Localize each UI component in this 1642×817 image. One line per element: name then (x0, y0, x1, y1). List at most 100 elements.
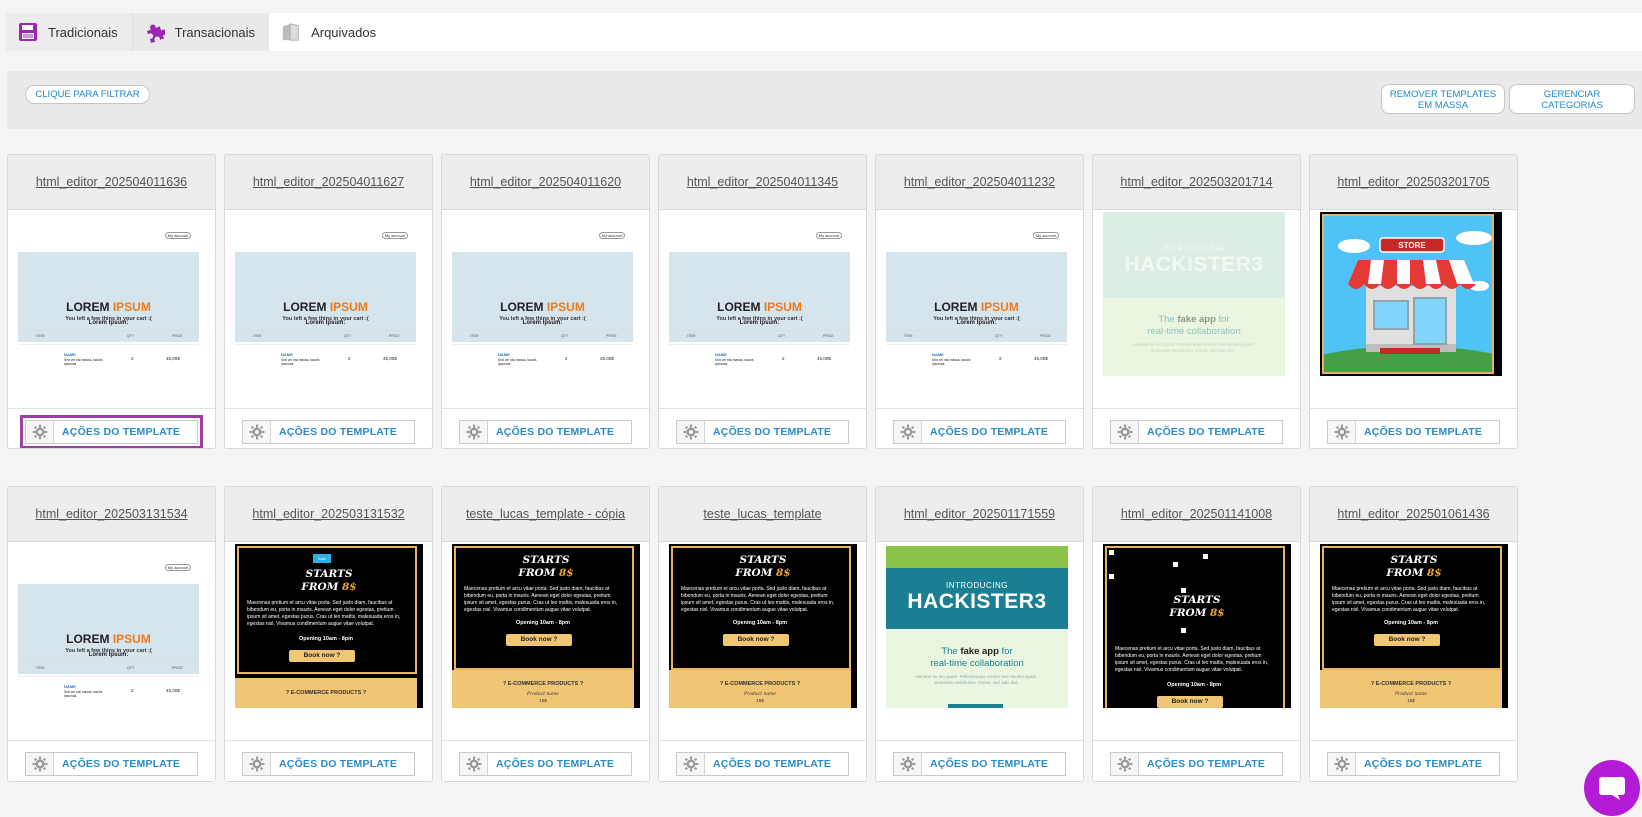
template-card: html_editor_202501141008 STARTS FROM 8$ M… (1092, 486, 1301, 782)
template-card: html_editor_202501061436 STARTS FROM 8$ M… (1309, 486, 1518, 782)
template-actions-button[interactable]: AÇÕES DO TEMPLATE (242, 752, 415, 776)
preview-book-button: Book now ? (1157, 696, 1223, 708)
template-actions-label: AÇÕES DO TEMPLATE (496, 758, 615, 770)
template-actions-label: AÇÕES DO TEMPLATE (496, 426, 615, 438)
my-account-pill: My account (599, 232, 625, 239)
template-title-link[interactable]: teste_lucas_template (703, 507, 821, 521)
template-thumbnail[interactable]: STARTS FROM 8$ Maecenas pretium et arcu v… (1093, 542, 1300, 741)
gear-icon (460, 753, 488, 775)
template-card: html_editor_202504011627 My account LORE… (224, 154, 433, 449)
template-title-link[interactable]: html_editor_202504011232 (904, 175, 1055, 189)
template-card-footer: AÇÕES DO TEMPLATE (876, 409, 1083, 448)
template-preview: STARTS FROM 8$ Maecenas pretium et arcu v… (1103, 544, 1291, 708)
template-actions-button[interactable]: AÇÕES DO TEMPLATE (1110, 420, 1283, 444)
template-thumbnail[interactable]: My account LOREM IPSUM You left a few th… (876, 210, 1083, 409)
template-title-link[interactable]: html_editor_202501141008 (1121, 507, 1272, 521)
preview-headline: LOREM IPSUM (66, 632, 151, 646)
template-actions-label: AÇÕES DO TEMPLATE (1364, 758, 1483, 770)
preview-headline: LOREM IPSUM (283, 300, 368, 314)
preview-body: Aenean eu leo quam. Pellentesque ornare … (1132, 342, 1254, 353)
chat-button[interactable] (1584, 760, 1640, 816)
preview-headline: STARTS FROM 8$ (735, 554, 791, 579)
template-card-footer: AÇÕES DO TEMPLATE (1310, 741, 1517, 781)
template-card-header: html_editor_202504011620 (442, 155, 649, 210)
template-actions-button[interactable]: AÇÕES DO TEMPLATE (1327, 420, 1500, 444)
template-thumbnail[interactable]: STARTS FROM 8$ Maecenas pretium et arcu v… (1310, 542, 1517, 741)
template-title-link[interactable]: teste_lucas_template - cópia (466, 507, 625, 521)
template-preview: My account LOREM IPSUM You left a few th… (18, 222, 199, 376)
template-thumbnail[interactable]: My account LOREM IPSUM You left a few th… (442, 210, 649, 409)
manage-categories-button[interactable]: GERENCIAR CATEGORIAS (1509, 84, 1635, 114)
preview-hero: INTRODUCING HACKISTER3 (886, 568, 1068, 629)
manage-categories-label-line1: GERENCIAR (1543, 89, 1601, 100)
template-thumbnail[interactable]: Sale STARTS FROM 8$ Maecenas pretium et a… (225, 542, 432, 741)
template-card-footer: AÇÕES DO TEMPLATE (442, 741, 649, 781)
filter-button[interactable]: CLIQUE PARA FILTRAR (25, 85, 150, 104)
template-card-header: html_editor_202503131532 (225, 487, 432, 542)
template-thumbnail[interactable]: My account LOREM IPSUM You left a few th… (225, 210, 432, 409)
template-thumbnail[interactable]: My account LOREM IPSUM You left a few th… (8, 210, 215, 409)
template-title-link[interactable]: html_editor_202504011345 (687, 175, 838, 189)
template-title-link[interactable]: html_editor_202504011620 (470, 175, 621, 189)
preview-tagline: The fake app for real-time collaboration (930, 646, 1024, 669)
template-card: html_editor_202504011345 My account LORE… (658, 154, 867, 449)
template-title-link[interactable]: html_editor_202503201705 (1337, 175, 1489, 189)
template-card-header: html_editor_202504011232 (876, 155, 1083, 210)
tab-transacionais[interactable]: Transacionais (132, 13, 270, 51)
template-actions-button[interactable]: AÇÕES DO TEMPLATE (676, 752, 849, 776)
tab-arquivados[interactable]: Arquivados (269, 13, 390, 51)
template-actions-button[interactable]: AÇÕES DO TEMPLATE (242, 420, 415, 444)
template-actions-button[interactable]: AÇÕES DO TEMPLATE (1327, 752, 1500, 776)
manage-categories-label-line2: CATEGORIAS (1541, 100, 1603, 111)
template-title-link[interactable]: html_editor_202501061436 (1337, 507, 1489, 521)
template-preview: My account LOREM IPSUM You left a few th… (669, 222, 850, 376)
template-thumbnail[interactable]: My account LOREM IPSUM You left a few th… (659, 210, 866, 409)
gear-icon (460, 421, 488, 443)
template-title-link[interactable]: html_editor_202503131532 (252, 507, 404, 521)
template-card: html_editor_202504011232 My account LORE… (875, 154, 1084, 449)
sale-badge: Sale (313, 554, 331, 563)
my-account-pill: My account (1033, 232, 1059, 239)
template-actions-button[interactable]: AÇÕES DO TEMPLATE (893, 752, 1066, 776)
template-actions-label: AÇÕES DO TEMPLATE (930, 758, 1049, 770)
template-title-link[interactable]: html_editor_202504011627 (253, 175, 404, 189)
template-type-tabs: Tradicionais Transacionais Arquivados (6, 13, 1642, 51)
template-thumbnail[interactable]: INTRODUCING HACKISTER3 The fake app for r… (1093, 210, 1300, 409)
template-preview: STORE (1320, 212, 1502, 376)
archive-icon (281, 22, 301, 42)
template-actions-button[interactable]: AÇÕES DO TEMPLATE (25, 752, 198, 776)
preview-hero: LOREM IPSUM You left a few thins in your… (18, 584, 199, 674)
template-title-link[interactable]: html_editor_202503201714 (1120, 175, 1272, 189)
preview-body: Aenean eu leo quam. Pellentesque ornare … (915, 674, 1037, 685)
template-thumbnail[interactable]: STORE (1310, 210, 1517, 409)
gear-icon (1111, 753, 1139, 775)
preview-section: Lorem Ipsum: (522, 320, 563, 326)
preview-footer: ? E-COMMERCE PRODUCTS ? Product name 15$ (452, 670, 634, 708)
template-actions-button[interactable]: AÇÕES DO TEMPLATE (676, 420, 849, 444)
tab-tradicionais[interactable]: Tradicionais (6, 13, 133, 51)
template-thumbnail[interactable]: STARTS FROM 8$ Maecenas pretium et arcu v… (442, 542, 649, 741)
template-thumbnail[interactable]: STARTS FROM 8$ Maecenas pretium et arcu v… (659, 542, 866, 741)
template-card-footer: AÇÕES DO TEMPLATE (1310, 409, 1517, 448)
template-actions-button[interactable]: AÇÕES DO TEMPLATE (1110, 752, 1283, 776)
template-card: html_editor_202503131532 Sale STARTS FROM… (224, 486, 433, 782)
template-actions-button[interactable]: AÇÕES DO TEMPLATE (893, 420, 1066, 444)
template-thumbnail[interactable]: My account LOREM IPSUM You left a few th… (8, 542, 215, 741)
template-thumbnail[interactable]: INTRODUCING HACKISTER3 The fake app for r… (876, 542, 1083, 741)
template-card-footer: AÇÕES DO TEMPLATE (659, 741, 866, 781)
template-title-link[interactable]: html_editor_202503131534 (35, 507, 187, 521)
template-title-link[interactable]: html_editor_202504011636 (36, 175, 187, 189)
gear-icon (243, 421, 271, 443)
template-actions-button[interactable]: AÇÕES DO TEMPLATE (459, 752, 632, 776)
gear-icon (894, 753, 922, 775)
template-card: html_editor_202504011636 My account LORE… (7, 154, 216, 449)
template-actions-label: AÇÕES DO TEMPLATE (1364, 426, 1483, 438)
template-actions-label: AÇÕES DO TEMPLATE (279, 426, 398, 438)
bulk-remove-button[interactable]: REMOVER TEMPLATES EM MASSA (1381, 84, 1505, 114)
template-card-footer: AÇÕES DO TEMPLATE (1093, 409, 1300, 448)
template-actions-button[interactable]: AÇÕES DO TEMPLATE (20, 415, 203, 448)
template-actions-label: AÇÕES DO TEMPLATE (1147, 426, 1266, 438)
my-account-pill: My account (382, 232, 408, 239)
template-title-link[interactable]: html_editor_202501171559 (904, 507, 1055, 521)
template-actions-button[interactable]: AÇÕES DO TEMPLATE (459, 420, 632, 444)
